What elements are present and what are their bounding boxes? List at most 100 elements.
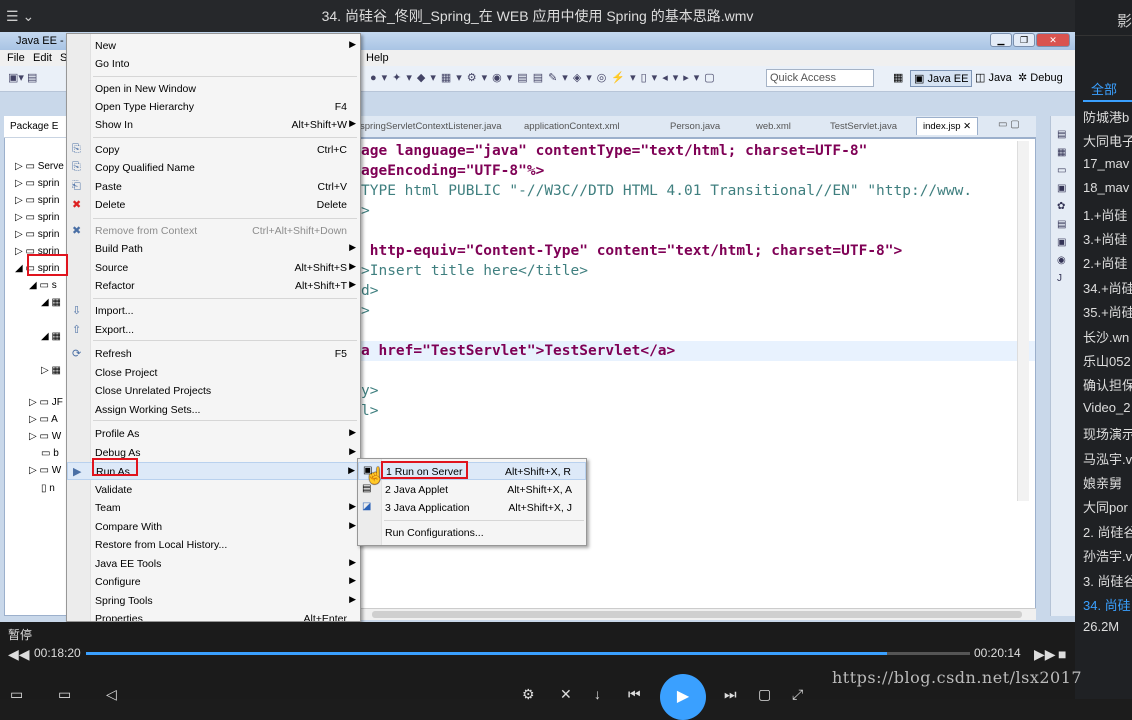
context-menu-item-show-in[interactable]: Show In Alt+Shift+W ▶ [67,116,360,134]
new-icon[interactable]: ▣▾ ▤ [8,71,37,84]
tree-item[interactable]: ▷ ▭ sprin [15,178,59,189]
context-menu-item-build-path[interactable]: Build Path ▶ [67,240,360,258]
playlist-item[interactable]: 马泓宇.v [1083,449,1132,468]
download-icon[interactable]: ↓ [594,686,601,702]
forward-icon[interactable]: ▶▶ [1034,646,1056,663]
context-menu-item-close-unrelated-projects[interactable]: Close Unrelated Projects [67,382,360,400]
run-configurations-item[interactable]: Run Configurations... [358,524,586,542]
context-menu-item-restore-from-local-history[interactable]: Restore from Local History... [67,536,360,554]
folder-icon[interactable]: ▭ [10,686,23,703]
playlist-item[interactable]: 大同电子 [1083,131,1132,150]
playlist-item[interactable]: 1.+尚硅 [1083,205,1127,224]
tab-indexjsp[interactable]: index.jsp ✕ [916,117,979,135]
menu-help[interactable]: Help [366,52,389,64]
playlist-tab-all[interactable]: 全部 [1091,79,1117,98]
perspective-java[interactable]: ◫ Java [972,70,1015,85]
playlist-item[interactable]: 17_mav [1083,156,1129,171]
tree-item[interactable]: ◢ ▦ [41,331,61,342]
context-menu-item-open-type-hierarchy[interactable]: Open Type Hierarchy F4 [67,98,360,116]
context-menu-item-java-ee-tools[interactable]: Java EE Tools ▶ [67,555,360,573]
menu-file[interactable]: File [7,52,25,64]
context-menu-item-copy-qualified-name[interactable]: ⎘ Copy Qualified Name [67,159,360,177]
previous-icon[interactable]: ⏮ [628,686,641,703]
rewind-icon[interactable]: ◀◀ [8,646,30,663]
context-menu-item-go-into[interactable]: Go Into [67,55,360,73]
java-application-item[interactable]: ◪ 3 Java Application Alt+Shift+X, J [358,499,586,517]
playlist-item[interactable]: 乐山052 [1083,351,1131,370]
tree-item[interactable]: ▷ ▭ W [29,431,61,442]
playlist-item[interactable]: 长沙.wn [1083,327,1129,346]
tab-listener[interactable]: springServletContextListener.java [360,121,502,132]
play-button[interactable]: ▶ [660,674,706,720]
java-applet-item[interactable]: ▤ 2 Java Applet Alt+Shift+X, A [358,481,586,499]
screen-icon[interactable]: ▢ [758,686,771,703]
playlist-item[interactable]: 现场演示 [1083,424,1132,443]
context-menu-item-new[interactable]: New ▶ [67,37,360,55]
playlist-item[interactable]: 18_mav [1083,180,1129,195]
context-menu-item-paste[interactable]: ⎗ Paste Ctrl+V [67,178,360,196]
playlist-item[interactable]: Video_2 [1083,400,1130,415]
volume-icon[interactable]: ◁ [106,686,117,703]
code-editor[interactable]: age language="java" contentType="text/ht… [360,138,1036,618]
playlist-item[interactable]: 娘亲舅 [1083,473,1122,492]
context-menu-item-properties[interactable]: Properties Alt+Enter [67,610,360,621]
perspective-java-ee[interactable]: ▣ Java EE [910,70,973,87]
scroll-thumb[interactable] [372,611,1022,618]
tree-item[interactable]: ▷ ▭ A [29,414,58,425]
perspective-debug[interactable]: ✲ Debug [1015,70,1066,85]
playlist-item[interactable]: 防城港b [1083,107,1129,126]
outline-icons[interactable]: ▤ ▦ ▭ ▣ ✿ ▤ ▣ ◉ J [1057,126,1066,288]
tab-testservlet[interactable]: TestServlet.java [830,121,897,132]
context-menu-item-refactor[interactable]: Refactor Alt+Shift+T ▶ [67,277,360,295]
context-menu-item-assign-working-sets[interactable]: Assign Working Sets... [67,401,360,419]
playlist-item[interactable]: 34. 尚硅 [1083,595,1131,614]
playlist-item[interactable]: 26.2M [1083,619,1119,634]
context-menu-item-compare-with[interactable]: Compare With ▶ [67,518,360,536]
fullscreen-icon[interactable]: ⤢ [792,686,803,703]
tab-person[interactable]: Person.java [670,121,720,132]
playlist-item[interactable]: 35.+尚硅 [1083,302,1132,321]
context-menu-item-remove-from-context[interactable]: ✖ Remove from Context Ctrl+Alt+Shift+Down [67,222,360,240]
minimize-editor-icon[interactable]: ▭ ▢ [998,119,1020,130]
context-menu-item-refresh[interactable]: ⟳ Refresh F5 [67,345,360,363]
context-menu-item-spring-tools[interactable]: Spring Tools ▶ [67,592,360,610]
tree-item[interactable]: ▷ ▭ W [29,465,61,476]
context-menu-item-delete[interactable]: ✖ Delete Delete [67,196,360,214]
quick-access-input[interactable]: Quick Access [766,69,874,87]
playlist-item[interactable]: 2.+尚硅 [1083,253,1127,272]
open-perspective-icon[interactable]: ▦ [890,70,906,85]
horizontal-scrollbar[interactable] [360,608,1036,620]
tree-item[interactable]: ▯ n [41,483,55,494]
minimize-icon[interactable]: ▁ [990,33,1012,47]
shuffle-icon[interactable]: ✕ [560,686,572,703]
tree-item[interactable]: ▷ ▦ [41,365,61,376]
tree-item[interactable]: ▭ b [41,448,59,459]
context-menu-item-validate[interactable]: Validate [67,481,360,499]
tab-webxml[interactable]: web.xml [756,121,791,132]
context-menu-item-profile-as[interactable]: Profile As ▶ [67,425,360,443]
playlist-item[interactable]: 3. 尚硅谷 [1083,571,1132,590]
open-icon[interactable]: ▭ [58,686,71,703]
close-icon[interactable]: ✕ [1036,33,1070,47]
context-menu-item-copy[interactable]: ⎘ Copy Ctrl+C [67,141,360,159]
context-menu-item-import[interactable]: ⇩ Import... [67,302,360,320]
tree-item[interactable]: ▷ ▭ Serve [15,161,64,172]
playlist-item[interactable]: 孙浩宇.v [1083,546,1132,565]
playlist-item[interactable]: 大同por [1083,497,1128,516]
playlist-item[interactable]: 确认担保 [1083,375,1132,394]
tab-applicationcontext[interactable]: applicationContext.xml [524,121,620,132]
context-menu-item-configure[interactable]: Configure ▶ [67,573,360,591]
stop-icon[interactable]: ■ [1058,646,1066,662]
package-explorer-tab[interactable]: Package E [4,116,68,138]
context-menu-item-team[interactable]: Team ▶ [67,499,360,517]
next-icon[interactable]: ⏭ [724,686,737,703]
tree-item[interactable]: ▷ ▭ JF [29,397,63,408]
context-menu-item-export[interactable]: ⇧ Export... [67,321,360,339]
context-menu-item-source[interactable]: Source Alt+Shift+S ▶ [67,259,360,277]
menu-icon[interactable]: ☰ ⌄ [6,0,34,32]
menu-edit[interactable]: Edit [33,52,52,64]
tree-item[interactable]: ▷ ▭ sprin [15,229,59,240]
progress-bar[interactable] [86,652,970,655]
playlist-item[interactable]: 3.+尚硅 [1083,229,1127,248]
context-menu-item-close-project[interactable]: Close Project [67,364,360,382]
